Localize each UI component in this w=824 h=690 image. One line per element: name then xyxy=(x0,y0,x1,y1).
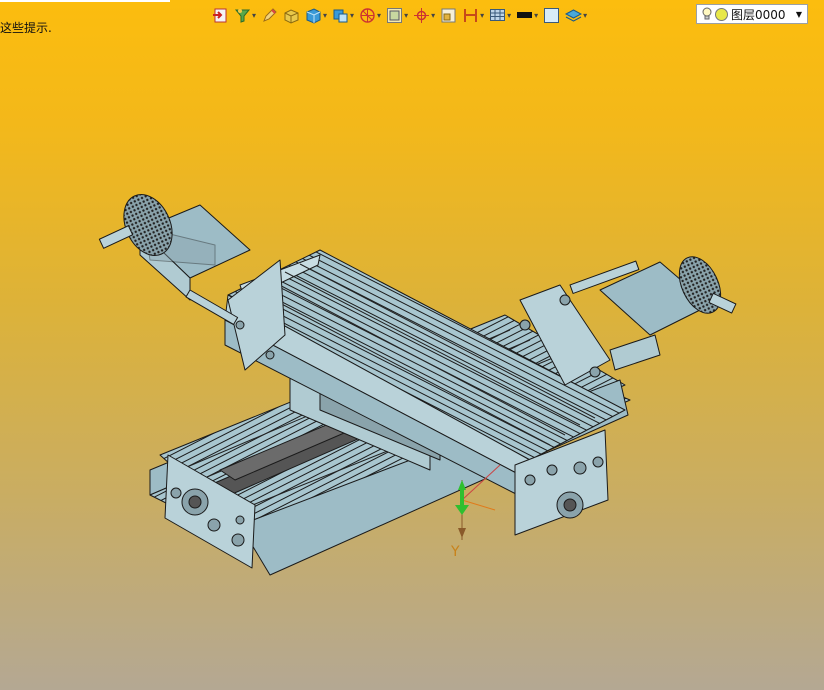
cad-model[interactable]: Y xyxy=(0,0,824,690)
axis-y-label: Y xyxy=(450,544,460,560)
graphics-viewport[interactable]: 这些提示. ▾ ▾ ▾ ▾ ▾ ▾ ▾ ▾ ▾ ▾ 图层0000 ▼ Y xyxy=(0,0,824,690)
